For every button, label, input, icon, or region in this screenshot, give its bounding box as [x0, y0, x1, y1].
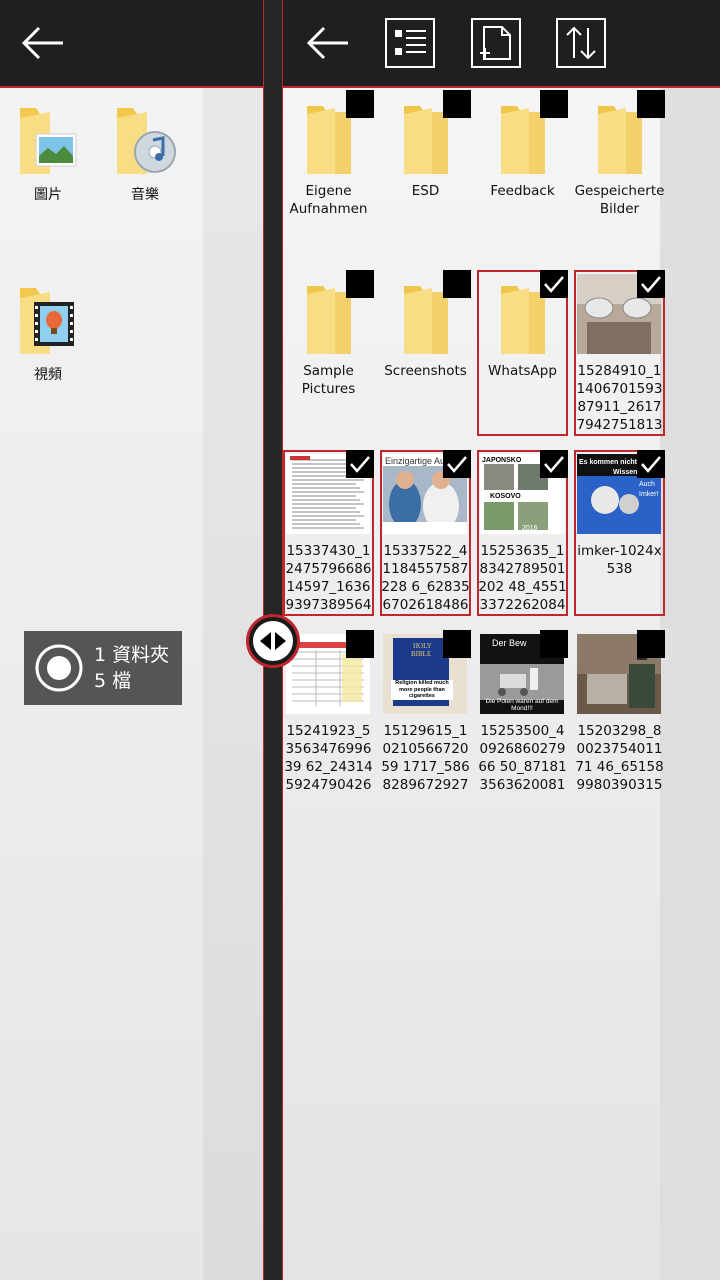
file-name: Feedback	[490, 183, 555, 199]
new-file-icon	[480, 26, 511, 60]
sort-button[interactable]	[556, 18, 606, 68]
file-name: Screenshots	[384, 363, 467, 379]
file-name: 15337522_41184557587228 6_62835670261848…	[381, 543, 470, 613]
file-name: ESD	[411, 183, 440, 199]
file-name: 15253500_4092686027966 50_87181356362008…	[478, 723, 567, 793]
sort-icon	[566, 26, 596, 60]
select-checkbox[interactable]	[443, 270, 471, 298]
right-scroll-area[interactable]	[660, 88, 720, 1280]
new-file-button[interactable]	[471, 18, 521, 68]
file-count: 5 檔	[94, 670, 132, 692]
checkmark-icon	[641, 456, 661, 473]
select-checkbox[interactable]	[540, 450, 568, 478]
file-tile[interactable]: HOLY BIBLE Religion killed much more peopl…	[380, 630, 471, 796]
file-tile[interactable]: 15337430_1247579668614597_16369397389564…	[283, 450, 374, 616]
pictures-folder-icon	[16, 104, 80, 176]
right-pane: Eigene Aufnahmen ESD Feedback Gespeicherte …	[283, 88, 720, 1280]
select-checkbox[interactable]	[637, 450, 665, 478]
file-name: 15203298_8002375401171 46_65158998039031…	[575, 723, 664, 793]
back-arrow-icon	[21, 26, 63, 60]
select-checkbox[interactable]	[637, 630, 665, 658]
left-scroll-area[interactable]	[203, 88, 263, 1280]
file-name: 15337430_1247579668614597_16369397389564…	[285, 543, 372, 613]
file-tile[interactable]: Es kommen nicht nurWissenschaftler.AuchI…	[574, 450, 665, 616]
file-name: 15241923_5356347699639 62_24314592479042…	[284, 723, 373, 793]
file-name: Sample Pictures	[301, 363, 356, 397]
music-folder-icon	[113, 104, 177, 176]
checkmark-icon	[544, 456, 564, 473]
thumb-caption: Die Polen waren auf dem Mond!!!	[485, 698, 559, 712]
file-tile[interactable]: JAPONSKO KOSOVO 2016 15253635_1834278950120…	[477, 450, 568, 616]
folder-label: 圖片	[34, 187, 62, 203]
folder-tile[interactable]: Sample Pictures	[283, 270, 374, 436]
select-checkbox[interactable]	[540, 90, 568, 118]
thumb-caption: HOLY	[413, 642, 432, 650]
right-back-button[interactable]	[303, 18, 353, 68]
checkmark-icon	[447, 456, 467, 473]
file-name: imker-1024x538	[577, 543, 662, 577]
thumb-caption: JAPONSKO	[482, 457, 522, 464]
select-checkbox[interactable]	[346, 450, 374, 478]
select-checkbox[interactable]	[346, 630, 374, 658]
select-checkbox[interactable]	[540, 270, 568, 298]
folder-tile[interactable]: ESD	[380, 90, 471, 256]
folder-videos[interactable]: 視頻	[3, 284, 93, 384]
folder-tile[interactable]: Screenshots	[380, 270, 471, 436]
folder-tile[interactable]: WhatsApp	[477, 270, 568, 436]
back-arrow-icon	[306, 26, 348, 60]
folder-tile[interactable]: Feedback	[477, 90, 568, 256]
thumb-caption: Imker!	[639, 491, 659, 498]
checkmark-icon	[641, 276, 661, 293]
list-view-button[interactable]	[385, 18, 435, 68]
select-checkbox[interactable]	[443, 90, 471, 118]
swap-panes-button[interactable]	[246, 614, 300, 668]
file-tile[interactable]: 15203298_8002375401171 46_65158998039031…	[574, 630, 665, 796]
folder-count: 1 資料夾	[94, 644, 170, 666]
thumb-caption: Der Bew	[492, 638, 527, 648]
checkmark-icon	[350, 456, 370, 473]
list-view-icon	[395, 30, 426, 55]
radio-target-icon	[35, 644, 83, 692]
left-toolbar	[0, 0, 263, 88]
swap-panes-icon	[260, 632, 286, 650]
select-checkbox[interactable]	[346, 90, 374, 118]
file-tile[interactable]: 15241923_5356347699639 62_24314592479042…	[283, 630, 374, 796]
select-checkbox[interactable]	[540, 630, 568, 658]
right-toolbar	[283, 0, 720, 88]
folder-tile[interactable]: Eigene Aufnahmen	[283, 90, 374, 256]
file-tile[interactable]: Einzigartige Aufna 15337522_4118455758722…	[380, 450, 471, 616]
selection-summary[interactable]: 1 資料夾 5 檔	[24, 631, 182, 705]
file-name: Gespeicherte Bilder	[574, 183, 665, 217]
folder-music[interactable]: 音樂	[100, 104, 190, 204]
left-pane: 圖片 音樂 視頻 1 資料夾 5 檔	[0, 0, 263, 1280]
left-back-button[interactable]	[18, 18, 68, 68]
thumb-caption: 2016	[522, 525, 538, 532]
select-checkbox[interactable]	[443, 630, 471, 658]
folder-label: 視頻	[34, 367, 62, 383]
thumb-caption: Auch	[639, 481, 655, 488]
thumb-caption: Religion killed much more people than ci…	[395, 680, 449, 699]
file-name: 15129615_1021056672059 1717_586828967292…	[381, 723, 470, 793]
file-name: Eigene Aufnahmen	[289, 183, 368, 217]
thumb-caption: KOSOVO	[490, 493, 521, 500]
select-checkbox[interactable]	[637, 270, 665, 298]
file-name: WhatsApp	[488, 363, 557, 379]
select-checkbox[interactable]	[346, 270, 374, 298]
thumb-caption: BIBLE	[411, 650, 431, 658]
folder-tile[interactable]: Gespeicherte Bilder	[574, 90, 665, 256]
folder-label: 音樂	[131, 187, 159, 203]
file-name: 15253635_18342789501202 48_4551337226208…	[478, 543, 567, 613]
select-checkbox[interactable]	[637, 90, 665, 118]
file-tile[interactable]: 15284910_1140670159387911_26177942751813…	[574, 270, 665, 436]
file-name: 15284910_1140670159387911_26177942751813…	[576, 363, 663, 433]
folder-pictures[interactable]: 圖片	[3, 104, 93, 204]
videos-folder-icon	[16, 284, 80, 356]
checkmark-icon	[544, 276, 564, 293]
file-tile[interactable]: Der Bew Die Polen waren auf dem Mond!!! 15…	[477, 630, 568, 796]
select-checkbox[interactable]	[443, 450, 471, 478]
